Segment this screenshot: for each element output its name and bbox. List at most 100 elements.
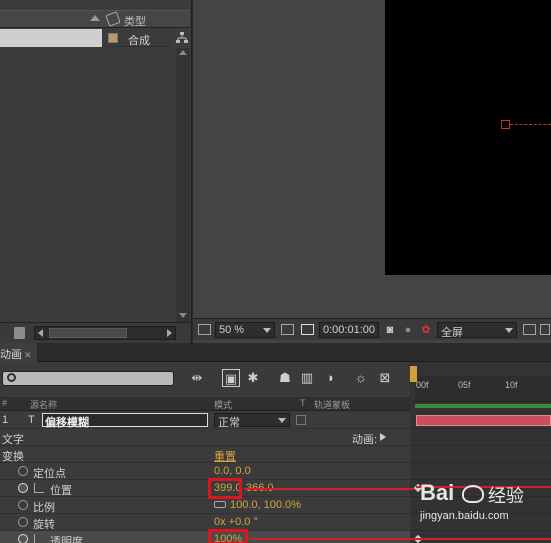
tab-animation[interactable]: 动画 ✕ (0, 343, 38, 362)
blend-mode-value: 正常 (218, 417, 240, 429)
grid-icon[interactable] (281, 324, 294, 335)
motion-blur-icon[interactable]: ◗ (322, 369, 340, 387)
project-item-name-selected[interactable] (0, 29, 102, 47)
project-horizontal-scrollbar[interactable] (34, 326, 176, 340)
ruler-tick-0: 00f (416, 380, 429, 390)
property-label: 旋转 (33, 519, 55, 531)
property-row-scale[interactable]: 比例 100.0, 100.0% (0, 497, 410, 514)
layer-anchor-handle[interactable] (501, 120, 510, 129)
animate-menu[interactable]: 动画: (352, 431, 377, 447)
property-value[interactable]: 0.0, 0.0 (214, 465, 251, 477)
transform-group-row[interactable]: 变换 重置 (0, 446, 410, 463)
watermark-url: jingyan.baidu.com (420, 510, 509, 522)
track-row (410, 531, 551, 543)
text-group-row[interactable]: 文字 动画: (0, 429, 410, 446)
type-column-header[interactable]: 类型 (124, 13, 146, 29)
stopwatch-icon[interactable] (18, 500, 28, 510)
channel-rgb-icon[interactable]: ✿ (417, 321, 435, 339)
track-row (410, 463, 551, 480)
work-area-bar[interactable] (415, 404, 551, 408)
layer-row[interactable]: 1 T 偏移模糊 正常 (0, 412, 410, 429)
region-of-interest-icon[interactable] (301, 324, 314, 335)
region-icon[interactable] (523, 324, 536, 335)
timeline-search-input[interactable] (2, 371, 174, 386)
stopwatch-icon[interactable] (18, 466, 28, 476)
always-preview-icon[interactable] (198, 324, 211, 335)
frame-blending-icon[interactable]: ▥ (298, 369, 316, 387)
text-layer-icon: T (28, 414, 35, 426)
comp-mini-flowchart-icon[interactable]: ⇹ (188, 369, 206, 387)
show-snapshot-icon[interactable]: ● (399, 321, 417, 339)
layer-duration-bar[interactable] (416, 415, 551, 426)
label-color-swatch[interactable] (108, 33, 118, 43)
current-time-indicator[interactable] (410, 366, 417, 382)
camera-snapshot-icon[interactable]: ◙ (381, 321, 399, 339)
graph-icon[interactable] (34, 534, 44, 543)
blend-mode-dropdown[interactable]: 正常 (214, 413, 290, 429)
close-icon[interactable]: ✕ (24, 350, 32, 360)
layer-column-header: # 源名称 模式 T 轨道蒙板 (0, 397, 410, 411)
col-layer-name[interactable]: 源名称 (30, 398, 57, 411)
zoom-value: 50 % (219, 324, 245, 336)
project-panel: 类型 合成 (0, 0, 192, 343)
zoom-dropdown[interactable]: 50 % (215, 322, 275, 338)
composition-canvas[interactable] (385, 0, 551, 275)
transparency-grid-icon[interactable] (540, 324, 550, 335)
resolution-dropdown[interactable]: 全屏 (437, 322, 517, 339)
baidu-watermark: Bai 经验 jingyan.baidu.com (420, 480, 548, 528)
text-group-label[interactable]: 文字 (2, 431, 24, 447)
property-row-anchor-point[interactable]: 定位点 0.0, 0.0 (0, 463, 410, 480)
layer-name-field[interactable]: 偏移模糊 (42, 413, 208, 429)
viewer-toolbar: 50 % 0:00:01:00 ◙ ● ✿ 全屏 (193, 318, 551, 340)
stopwatch-active-icon[interactable] (18, 483, 28, 493)
graph-editor-icon[interactable]: ⊠ (376, 369, 394, 387)
chevron-down-icon (263, 328, 271, 333)
graph-icon[interactable] (34, 483, 44, 493)
time-ruler-scale[interactable] (415, 376, 551, 402)
highlight-box-position (208, 478, 242, 499)
transform-group-label[interactable]: 变换 (2, 448, 24, 464)
highlight-line-position (244, 488, 414, 490)
resolution-value: 全屏 (441, 327, 463, 339)
property-label: 比例 (33, 502, 55, 514)
ruler-tick-1: 05f (458, 380, 471, 390)
property-value[interactable]: 100.0, 100.0% (230, 499, 301, 511)
timecode-display[interactable]: 0:00:01:00 (319, 322, 379, 338)
scroll-down-icon[interactable] (179, 313, 187, 318)
chevron-down-icon (278, 418, 286, 423)
project-item-row[interactable]: 合成 (0, 29, 172, 47)
animate-arrow-icon[interactable] (380, 433, 386, 441)
brainstorm-icon[interactable]: ☼ (352, 369, 370, 387)
chevron-down-icon (505, 328, 513, 333)
flowchart-icon[interactable] (175, 31, 189, 45)
stopwatch-icon[interactable] (18, 517, 28, 527)
property-row-rotation[interactable]: 旋转 0x +0.0 ° (0, 514, 410, 531)
trash-icon[interactable] (14, 327, 25, 339)
scroll-left-icon[interactable] (38, 329, 43, 337)
scroll-up-icon[interactable] (179, 50, 187, 55)
transform-reset-link[interactable]: 重置 (214, 448, 236, 464)
stopwatch-active-icon[interactable] (18, 534, 28, 543)
label-tag-icon[interactable] (105, 11, 121, 27)
property-value[interactable]: 0x +0.0 ° (214, 516, 258, 528)
watermark-brand: Bai (420, 480, 455, 505)
project-vertical-scrollbar[interactable] (176, 48, 190, 322)
hide-shy-layers-icon[interactable]: ☗ (276, 369, 294, 387)
col-mode[interactable]: 模式 (214, 398, 232, 411)
property-label: 透明度 (50, 536, 83, 543)
property-label: 位置 (50, 485, 72, 497)
scrollbar-thumb[interactable] (49, 328, 127, 338)
col-trkmat[interactable]: 轨道蒙板 (314, 398, 350, 411)
live-update-icon[interactable]: ▣ (222, 369, 240, 387)
watermark-brand2: 经验 (488, 486, 524, 506)
col-index: # (2, 398, 8, 408)
highlight-line-opacity (250, 538, 551, 540)
paw-icon (462, 485, 484, 503)
constrain-proportions-icon[interactable] (214, 501, 226, 508)
scroll-right-icon[interactable] (167, 329, 172, 337)
property-row-opacity[interactable]: 透明度 100% (0, 531, 410, 543)
preserve-transparency-checkbox[interactable] (296, 415, 306, 425)
draft-3d-icon[interactable]: ✱ (244, 369, 262, 387)
sort-arrow-icon[interactable] (90, 15, 100, 21)
timecode-value: 0:00:01:00 (323, 324, 375, 336)
